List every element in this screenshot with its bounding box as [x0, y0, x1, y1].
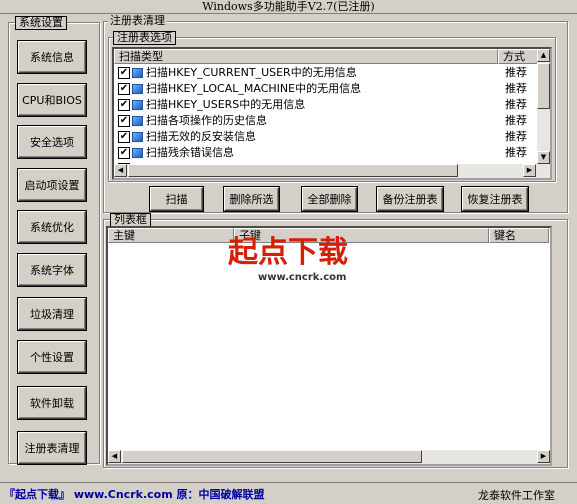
scroll-right-icon[interactable]: ▶	[537, 450, 550, 463]
status-right-text: 龙泰软件工作室	[478, 489, 555, 502]
scan-item-method: 推荐	[505, 130, 527, 143]
status-left-text: 『起点下载』 www.Cncrk.com 原：中国破解联盟	[4, 488, 265, 501]
list-item[interactable]: ✔ 扫描残余错误信息 推荐	[114, 145, 550, 161]
nav-startup-button[interactable]: 启动项设置	[18, 169, 86, 201]
checkbox[interactable]: ✔	[118, 67, 130, 79]
status-bar: 『起点下载』 www.Cncrk.com 原：中国破解联盟 龙泰软件工作室	[0, 482, 577, 504]
watermark-brand: 起点下载	[228, 235, 348, 270]
result-horizontal-scrollbar[interactable]: ◀ ▶	[108, 450, 550, 464]
nav-junk-clean-button[interactable]: 垃圾清理	[18, 298, 86, 330]
restore-registry-button[interactable]: 恢复注册表	[462, 187, 528, 211]
registry-icon	[132, 116, 143, 126]
scan-item-method: 推荐	[505, 98, 527, 111]
scroll-thumb[interactable]	[537, 63, 550, 109]
registry-icon	[132, 148, 143, 158]
registry-icon	[132, 68, 143, 78]
checkbox[interactable]: ✔	[118, 99, 130, 111]
list-item[interactable]: ✔ 扫描HKEY_USERS中的无用信息 推荐	[114, 97, 550, 113]
registry-icon	[132, 132, 143, 142]
nav-uninstall-button[interactable]: 软件卸载	[18, 387, 86, 419]
scroll-left-icon[interactable]: ◀	[114, 164, 127, 177]
scroll-right-icon[interactable]: ▶	[523, 164, 536, 177]
scan-item-label: 扫描HKEY_CURRENT_USER中的无用信息	[146, 66, 357, 79]
nav-cpu-bios-button[interactable]: CPU和BIOS	[18, 84, 86, 116]
list-item[interactable]: ✔ 扫描HKEY_CURRENT_USER中的无用信息 推荐	[114, 65, 550, 81]
backup-registry-button[interactable]: 备份注册表	[377, 187, 443, 211]
list-item[interactable]: ✔ 扫描各项操作的历史信息 推荐	[114, 113, 550, 129]
scan-item-label: 扫描各项操作的历史信息	[146, 114, 267, 127]
registry-options-title: 注册表选项	[113, 31, 176, 45]
scan-options-list: 扫描类型 方式 ✔ 扫描HKEY_CURRENT_USER中的无用信息 推荐 ✔…	[112, 47, 552, 180]
scan-item-method: 推荐	[505, 146, 527, 159]
nav-personalize-button[interactable]: 个性设置	[18, 341, 86, 373]
column-header-main-key[interactable]: 主键	[108, 228, 234, 243]
column-header-key-name[interactable]: 键名	[489, 228, 549, 243]
registry-icon	[132, 100, 143, 110]
options-vertical-scrollbar[interactable]: ▲ ▼	[537, 49, 550, 164]
scroll-thumb[interactable]	[122, 450, 422, 463]
list-item[interactable]: ✔ 扫描HKEY_LOCAL_MACHINE中的无用信息 推荐	[114, 81, 550, 97]
nav-security-button[interactable]: 安全选项	[18, 126, 86, 158]
scan-item-method: 推荐	[505, 66, 527, 79]
window-title: Windows多功能助手V2.7(已注册)	[202, 0, 375, 13]
registry-icon	[132, 84, 143, 94]
checkbox[interactable]: ✔	[118, 147, 130, 159]
checkbox[interactable]: ✔	[118, 115, 130, 127]
scan-item-label: 扫描HKEY_LOCAL_MACHINE中的无用信息	[146, 82, 362, 95]
registry-clean-title: 注册表清理	[108, 14, 167, 27]
scan-item-label: 扫描HKEY_USERS中的无用信息	[146, 98, 306, 111]
options-horizontal-scrollbar[interactable]: ◀ ▶	[114, 164, 550, 178]
column-header-method[interactable]: 方式	[498, 49, 540, 64]
scan-item-label: 扫描残余错误信息	[146, 146, 234, 159]
scan-button[interactable]: 扫描	[150, 187, 203, 211]
watermark-logo: 起点下载 www.cncrk.com	[228, 230, 378, 286]
scroll-left-icon[interactable]: ◀	[108, 450, 121, 463]
sidebar-title: 系统设置	[15, 16, 67, 30]
watermark-graphic: 起点下载 www.cncrk.com	[228, 235, 348, 283]
watermark-url: www.cncrk.com	[258, 272, 346, 283]
checkbox[interactable]: ✔	[118, 131, 130, 143]
scan-item-method: 推荐	[505, 82, 527, 95]
list-item[interactable]: ✔ 扫描无效的反安装信息 推荐	[114, 129, 550, 145]
nav-registry-clean-button[interactable]: 注册表清理	[18, 432, 86, 464]
delete-selected-button[interactable]: 删除所选	[224, 187, 279, 211]
scan-item-method: 推荐	[505, 114, 527, 127]
scroll-down-icon[interactable]: ▼	[537, 151, 550, 164]
result-list-title: 列表框	[110, 213, 151, 227]
delete-all-button[interactable]: 全部删除	[302, 187, 357, 211]
scroll-thumb[interactable]	[128, 164, 458, 177]
nav-fonts-button[interactable]: 系统字体	[18, 254, 86, 286]
scroll-up-icon[interactable]: ▲	[537, 49, 550, 62]
window-title-bar: Windows多功能助手V2.7(已注册)	[0, 0, 577, 14]
column-header-scan-type[interactable]: 扫描类型	[114, 49, 498, 64]
nav-optimize-button[interactable]: 系统优化	[18, 211, 86, 243]
scan-item-label: 扫描无效的反安装信息	[146, 130, 256, 143]
nav-system-info-button[interactable]: 系统信息	[18, 41, 86, 73]
checkbox[interactable]: ✔	[118, 83, 130, 95]
